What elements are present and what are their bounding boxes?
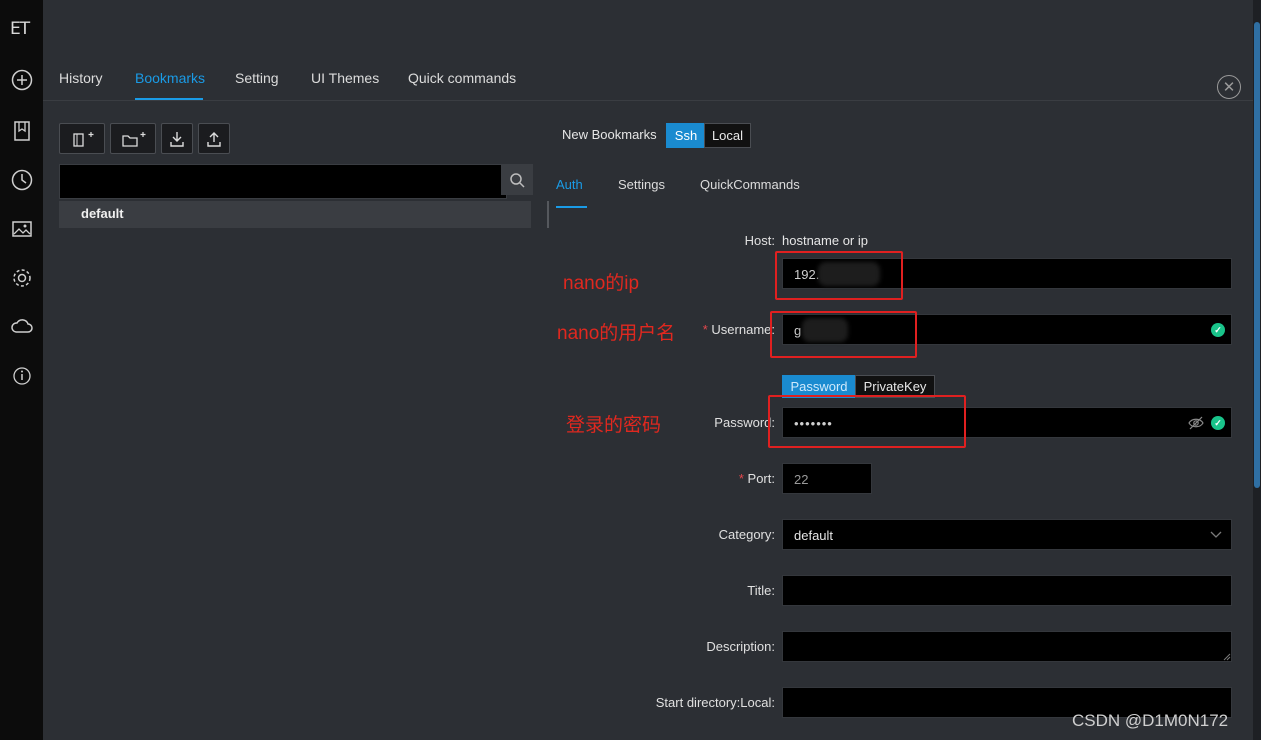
subtab-quickcommands[interactable]: QuickCommands xyxy=(700,177,800,192)
password-highlight-box xyxy=(768,395,966,448)
eye-hidden-icon[interactable] xyxy=(1188,416,1204,430)
scrollbar-thumb[interactable] xyxy=(1254,22,1260,488)
tab-history[interactable]: History xyxy=(59,70,103,86)
tree-item-label: default xyxy=(81,206,124,221)
subtab-settings[interactable]: Settings xyxy=(618,177,665,192)
category-select[interactable]: default xyxy=(782,519,1232,550)
tab-setting[interactable]: Setting xyxy=(235,70,279,86)
tabs-divider xyxy=(43,100,1253,101)
description-textarea[interactable] xyxy=(782,631,1232,662)
panel-splitter[interactable] xyxy=(547,201,549,228)
app-logo: ET xyxy=(10,19,30,39)
port-input[interactable]: 22 xyxy=(782,463,872,494)
type-ssh-button[interactable]: Ssh xyxy=(666,123,706,148)
title-input[interactable] xyxy=(782,575,1232,606)
search-button[interactable] xyxy=(501,164,533,195)
add-icon[interactable] xyxy=(11,69,33,91)
bookmark-search-input[interactable] xyxy=(59,164,507,199)
title-label: Title: xyxy=(747,583,775,598)
type-local-button[interactable]: Local xyxy=(704,123,751,148)
new-category-button[interactable] xyxy=(110,123,156,154)
history-icon[interactable] xyxy=(11,169,33,191)
cloud-sync-icon[interactable] xyxy=(11,316,33,338)
description-label: Description: xyxy=(706,639,775,654)
new-bookmark-icon xyxy=(73,131,94,147)
bookmark-icon[interactable] xyxy=(11,120,33,142)
new-bookmarks-label: New Bookmarks xyxy=(562,127,657,142)
chevron-down-icon xyxy=(1210,531,1222,538)
import-button[interactable] xyxy=(161,123,193,154)
new-bookmark-button[interactable] xyxy=(59,123,105,154)
tab-quick-commands[interactable]: Quick commands xyxy=(408,70,516,86)
username-highlight-box xyxy=(770,311,917,358)
host-label: Host: xyxy=(744,233,775,248)
host-annotation: nano的ip xyxy=(563,273,640,294)
close-icon[interactable]: ✕ xyxy=(1217,75,1241,99)
left-rail: ET xyxy=(0,0,43,740)
valid-check-icon: ✓ xyxy=(1211,323,1225,337)
start-directory-label: Start directory:Local: xyxy=(655,695,775,710)
tree-item-default[interactable]: default xyxy=(59,201,531,228)
active-subtab-indicator xyxy=(556,206,587,208)
host-highlight-box xyxy=(775,251,903,300)
search-icon xyxy=(510,172,525,188)
category-label: Category: xyxy=(718,527,775,542)
username-annotation: nano的用户名 xyxy=(557,323,676,344)
image-icon[interactable] xyxy=(11,218,33,240)
subtab-auth[interactable]: Auth xyxy=(556,177,583,192)
tab-bookmarks[interactable]: Bookmarks xyxy=(135,70,205,86)
resize-handle-icon[interactable] xyxy=(1223,653,1231,661)
port-label: * Port: xyxy=(738,471,775,486)
valid-check-icon: ✓ xyxy=(1211,416,1225,430)
port-value: 22 xyxy=(794,472,809,487)
info-icon[interactable] xyxy=(11,365,33,387)
upload-icon xyxy=(207,131,221,147)
new-folder-icon xyxy=(122,131,146,147)
download-icon xyxy=(170,131,184,147)
category-value: default xyxy=(794,528,834,543)
watermark: CSDN @D1M0N172 xyxy=(1072,711,1229,730)
host-hint: hostname or ip xyxy=(782,233,868,248)
password-annotation: 登录的密码 xyxy=(566,415,662,436)
settings-icon[interactable] xyxy=(11,267,33,289)
export-button[interactable] xyxy=(198,123,230,154)
tab-ui-themes[interactable]: UI Themes xyxy=(311,70,379,86)
